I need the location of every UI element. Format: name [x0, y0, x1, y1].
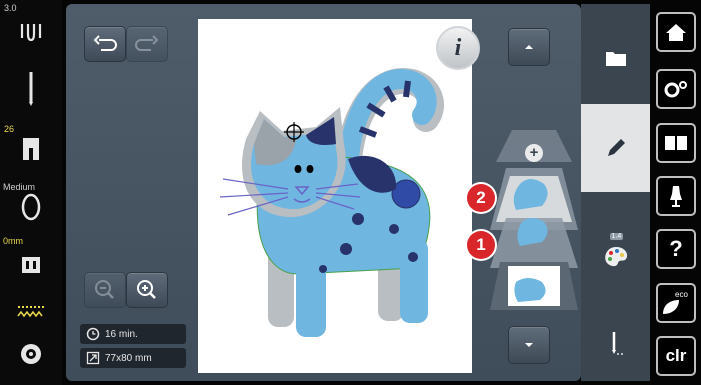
undo-button[interactable] — [84, 26, 126, 62]
tutorial-button[interactable] — [656, 123, 696, 163]
home-button[interactable] — [656, 12, 696, 52]
creative-consultant-button[interactable] — [656, 176, 696, 216]
layer-badge-1: 1 — [467, 231, 495, 259]
settings-button[interactable] — [656, 69, 696, 109]
redo-button[interactable] — [126, 26, 168, 62]
clear-label: clr — [665, 346, 687, 365]
help-icon: ? — [669, 236, 683, 261]
stitch-width-icon[interactable] — [20, 192, 42, 222]
eco-button[interactable]: eco — [656, 283, 696, 323]
cat-embroidery-design[interactable] — [198, 19, 472, 373]
layer-badge-2: 2 — [467, 184, 495, 212]
redo-icon — [135, 35, 159, 51]
needle-icon[interactable] — [22, 70, 40, 106]
settings-icon — [664, 81, 687, 98]
tab-color[interactable]: 1.4 — [581, 224, 650, 284]
needle-number-label: 3.0 — [4, 3, 17, 13]
zoom-in-icon — [137, 280, 156, 299]
layer-scroll-down-button[interactable] — [508, 326, 550, 364]
clock-icon — [86, 327, 100, 341]
layer-count-label: 1.4 — [609, 233, 624, 240]
add-layer-button[interactable]: + — [525, 144, 543, 162]
tab-file[interactable] — [581, 26, 650, 90]
stitch-time-display: 16 min. — [80, 324, 186, 344]
plate-icon[interactable] — [20, 254, 42, 276]
stitch-out-icon — [611, 332, 623, 355]
clear-button[interactable]: clr — [656, 336, 696, 376]
dress-form-icon — [670, 186, 682, 207]
zoom-in-button[interactable] — [126, 272, 168, 308]
bobbin-icon[interactable] — [19, 342, 43, 366]
eco-icon: eco — [661, 290, 691, 316]
thread-icon[interactable] — [18, 20, 44, 46]
palette-icon — [604, 247, 627, 267]
system-button-column: ? eco clr — [651, 0, 701, 385]
book-icon — [665, 136, 687, 150]
scroll-down-icon — [525, 343, 533, 347]
embroidery-hoop-canvas[interactable] — [198, 19, 472, 373]
info-button[interactable]: i — [436, 26, 480, 70]
undo-icon — [93, 35, 117, 51]
folder-icon — [605, 52, 626, 66]
zoom-out-icon — [95, 280, 114, 299]
function-tab-column: 1.4 — [581, 4, 650, 381]
width-label: 0mm — [3, 236, 23, 246]
tension-value: 26 — [4, 124, 15, 134]
presser-foot-icon[interactable] — [20, 136, 42, 162]
bobbin-thread-indicator[interactable] — [16, 302, 46, 322]
help-button[interactable]: ? — [656, 229, 696, 269]
tab-stitch-out[interactable] — [581, 314, 650, 374]
zoom-out-button[interactable] — [84, 272, 126, 308]
home-icon — [666, 24, 686, 41]
layer-scroll-up-button[interactable] — [508, 28, 550, 66]
left-status-panel: 3.0 26 Medium 0mm — [0, 0, 62, 385]
design-size-value: 77x80 mm — [105, 352, 152, 364]
pencil-icon — [607, 139, 625, 156]
info-icon: i — [454, 34, 462, 61]
speed-label: Medium — [3, 182, 36, 192]
design-size-display: 77x80 mm — [80, 348, 186, 368]
tab-edit[interactable] — [581, 104, 650, 192]
stitch-time-value: 16 min. — [105, 328, 138, 340]
scroll-up-icon — [525, 45, 533, 49]
size-icon — [86, 351, 100, 365]
embroidery-edit-display: 16 min. 77x80 mm i + 2 1 — [66, 4, 581, 381]
